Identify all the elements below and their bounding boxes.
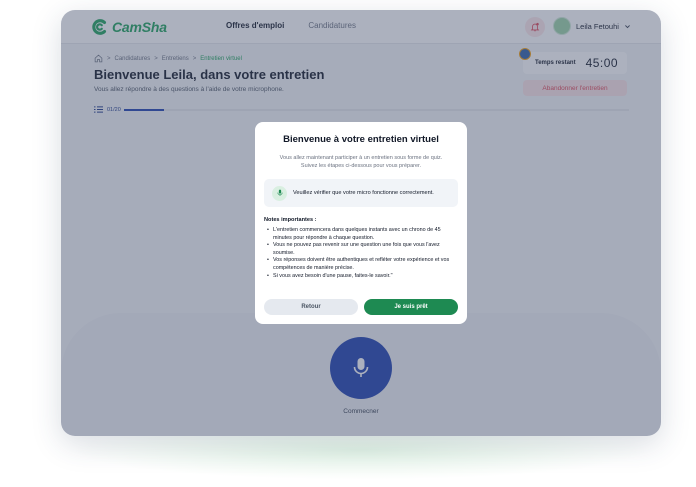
list-item: Vous ne pouvez pas revenir sur une quest…	[264, 242, 458, 257]
mic-check-notice: Veuillez vérifier que votre micro foncti…	[264, 179, 458, 207]
welcome-modal: Bienvenue à votre entretien virtuel Vous…	[255, 122, 467, 324]
notes-title: Notes importantes :	[264, 217, 317, 223]
list-item: Si vous avez besoin d'une pause, faites-…	[264, 273, 458, 281]
back-button[interactable]: Retour	[264, 299, 358, 315]
modal-title: Bienvenue à votre entretien virtuel	[283, 134, 439, 145]
list-item: L'entretien commencera dans quelques ins…	[264, 227, 458, 242]
ready-button[interactable]: Je suis prêt	[364, 299, 458, 315]
microphone-icon	[277, 189, 282, 196]
notes-list: L'entretien commencera dans quelques ins…	[264, 227, 458, 280]
mic-check-text: Veuillez vérifier que votre micro foncti…	[293, 190, 434, 196]
screenshot-stage: CamSha Offres d'emploi Candidatures Leil…	[0, 0, 696, 487]
modal-actions: Retour Je suis prêt	[264, 299, 458, 315]
list-item: Vos réponses doivent être authentiques e…	[264, 257, 458, 272]
app-window: CamSha Offres d'emploi Candidatures Leil…	[61, 10, 661, 436]
mic-check-icon-wrapper	[272, 185, 287, 201]
modal-subtitle: Vous allez maintenant participer à un en…	[279, 155, 443, 169]
